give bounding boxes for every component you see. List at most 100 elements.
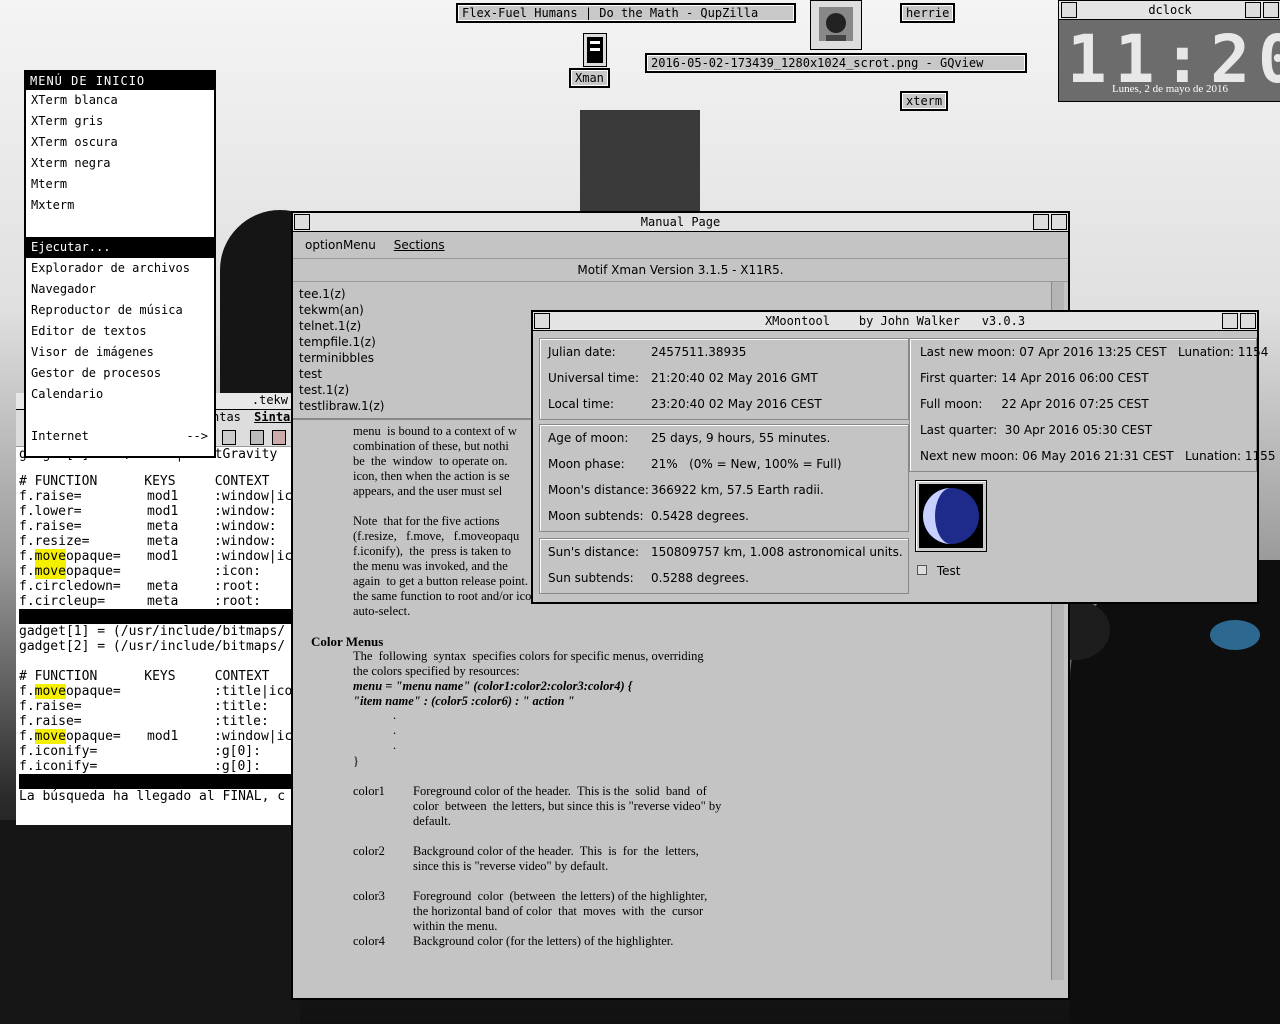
xterm-button[interactable]: xterm bbox=[900, 91, 949, 111]
search-highlight: move bbox=[34, 564, 66, 579]
sun-panel: Sun's distance: 150809757 km, 1.008 astro… bbox=[539, 538, 909, 594]
qupzilla-icon-button[interactable]: Flex-Fuel Humans | Do the Math - QupZill… bbox=[456, 3, 796, 23]
code-keys: mod1 bbox=[147, 489, 179, 504]
code-keys: mod1 bbox=[147, 549, 179, 564]
menu-item-ejecutar[interactable]: Ejecutar... bbox=[26, 237, 214, 258]
menu-item-mxterm[interactable]: Mxterm bbox=[26, 195, 214, 216]
section-heading: Color Menus bbox=[311, 634, 384, 649]
code-context: :window|ic bbox=[214, 549, 292, 564]
maximize-icon[interactable] bbox=[1240, 313, 1256, 329]
color-description: color between the letters, but since thi… bbox=[413, 799, 722, 813]
minimize-icon[interactable] bbox=[1033, 214, 1049, 230]
code-context: :window: bbox=[214, 519, 277, 534]
manual-titlebar[interactable]: Manual Page bbox=[293, 213, 1068, 232]
code-line: f.raise= :title: bbox=[19, 714, 292, 729]
moon-data-label: Moon phase: bbox=[548, 457, 625, 471]
menu-item-xterm-blanca[interactable]: XTerm blanca bbox=[26, 90, 214, 111]
version-label: Motif Xman Version 3.1.5 - X11R5. bbox=[293, 259, 1068, 282]
moon-data-row: Age of moon: 25 days, 9 hours, 55 minutes… bbox=[548, 425, 908, 451]
moon-data-value: 366922 km, 57.5 Earth radii. bbox=[651, 483, 824, 497]
menu-item-editor[interactable]: Editor de textos bbox=[26, 321, 214, 342]
code-context: :g[0]: bbox=[214, 744, 261, 759]
manpage-list-item[interactable]: tee.1(z) bbox=[299, 286, 1062, 302]
menu-sections[interactable]: Sections bbox=[394, 238, 445, 252]
window-menu-icon[interactable] bbox=[294, 214, 310, 230]
menu-item-visor[interactable]: Visor de imágenes bbox=[26, 342, 214, 363]
xman-button[interactable]: Xman bbox=[569, 68, 610, 88]
code-context: :window: bbox=[214, 504, 277, 519]
moon-data-label: Sun subtends: bbox=[548, 571, 634, 585]
moon-data-value: 25 days, 9 hours, 55 minutes. bbox=[651, 431, 831, 445]
test-label: Test bbox=[936, 564, 961, 578]
window-menu-icon[interactable] bbox=[1061, 2, 1077, 18]
code-line: f.raise= :title: bbox=[19, 699, 292, 714]
paste-icon[interactable] bbox=[222, 430, 236, 445]
menu-item-mterm[interactable]: Mterm bbox=[26, 174, 214, 195]
moon-data-value: 21% (0% = New, 100% = Full) bbox=[651, 457, 842, 471]
text-line: the colors specified by resources: bbox=[353, 664, 520, 678]
menu-item-gestor[interactable]: Gestor de procesos bbox=[26, 363, 214, 384]
code-function: f.raise= bbox=[19, 489, 153, 504]
color-description: since this is "reverse video" by default… bbox=[413, 859, 609, 873]
menu-item-xterm-negra[interactable]: Xterm negra bbox=[26, 153, 214, 174]
moon-data-label: Universal time: bbox=[548, 371, 640, 385]
menu-item-explorador[interactable]: Explorador de archivos bbox=[26, 258, 214, 279]
moon-data-row: Moon subtends: 0.5428 degrees. bbox=[548, 503, 908, 529]
menu-option[interactable]: optionMenu bbox=[305, 238, 376, 252]
replace-icon[interactable] bbox=[272, 430, 286, 445]
code-function: f.raise= bbox=[19, 714, 153, 729]
code-function: f.circledown= bbox=[19, 579, 153, 594]
gqview-button[interactable]: 2016-05-02-173439_1280x1024_scrot.png - … bbox=[645, 53, 1027, 73]
herrie-button[interactable]: herrie bbox=[900, 3, 956, 23]
manual-title: Manual Page bbox=[640, 215, 721, 229]
search-highlight: move bbox=[34, 549, 66, 564]
dclock-titlebar[interactable]: dclock bbox=[1059, 1, 1280, 20]
menu-herramientas[interactable]: ntas bbox=[212, 410, 241, 424]
xman-app-icon[interactable] bbox=[583, 33, 607, 67]
code-line: f.moveopaque= :icon: bbox=[19, 564, 292, 579]
checkbox-icon bbox=[917, 565, 927, 575]
code-context: :window|ic bbox=[214, 729, 292, 744]
moon-panel: Age of moon: 25 days, 9 hours, 55 minutes… bbox=[539, 424, 909, 532]
color-description: Background color (for the letters) of th… bbox=[413, 934, 674, 948]
code-line: f.lower= mod1 :window: bbox=[19, 504, 292, 519]
herrie-app-icon[interactable] bbox=[810, 0, 862, 50]
syntax-dot: . bbox=[393, 708, 397, 722]
menu-item-xterm-oscura[interactable]: XTerm oscura bbox=[26, 132, 214, 153]
code-keys: mod1 bbox=[147, 504, 179, 519]
code-line: gadget[2] = (/usr/include/bitmaps/ bbox=[19, 639, 286, 654]
maximize-icon[interactable] bbox=[1051, 214, 1067, 230]
code-keys: meta bbox=[147, 594, 179, 609]
color-description: within the menu. bbox=[413, 919, 498, 933]
window-menu-icon[interactable] bbox=[534, 313, 550, 329]
code-line: f.raise= mod1:window|ic bbox=[19, 489, 292, 504]
code-context: :icon: bbox=[214, 564, 261, 579]
menu-item-xterm-gris[interactable]: XTerm gris bbox=[26, 111, 214, 132]
dclock-window: dclock 11:20 Lunes, 2 de mayo de 2016 bbox=[1058, 0, 1280, 102]
code-function: f.lower= bbox=[19, 504, 153, 519]
code-context: :title: bbox=[214, 714, 269, 729]
code-line: f.moveopaque= mod1:window|ic bbox=[19, 729, 292, 744]
menu-item-internet[interactable]: Internet --> bbox=[26, 426, 214, 447]
find-icon[interactable] bbox=[250, 430, 264, 445]
menu-item-calendario[interactable]: Calendario bbox=[26, 384, 214, 405]
moon-data-label: Moon's distance: bbox=[548, 483, 649, 497]
herrie-icon bbox=[819, 7, 853, 41]
menu-item-reproductor[interactable]: Reproductor de música bbox=[26, 300, 214, 321]
menu-sintaxis[interactable]: Sintax bbox=[254, 410, 292, 424]
code-function: f.moveopaque= bbox=[19, 729, 153, 744]
dclock-title: dclock bbox=[1148, 3, 1192, 17]
menu-item-navegador[interactable]: Navegador bbox=[26, 279, 214, 300]
moontool-titlebar[interactable]: XMoontool by John Walker v3.0.3 bbox=[533, 312, 1257, 331]
editor-content[interactable]: gadget[2] = "\16" ^ | LeftGravity # FUNC… bbox=[16, 447, 292, 804]
moon-phase-row: Last new moon: 07 Apr 2016 13:25 CEST Lu… bbox=[920, 345, 1269, 359]
moon-data-row: Sun's distance: 150809757 km, 1.008 astro… bbox=[548, 539, 908, 565]
test-checkbox[interactable]: Test bbox=[917, 564, 960, 578]
maximize-icon[interactable] bbox=[1263, 2, 1279, 18]
xman-icon bbox=[587, 37, 603, 63]
color-term: color3 bbox=[353, 889, 385, 903]
minimize-icon[interactable] bbox=[1222, 313, 1238, 329]
minimize-icon[interactable] bbox=[1245, 2, 1261, 18]
code-context: :g[0]: bbox=[214, 759, 261, 774]
moon-data-value: 0.5288 degrees. bbox=[651, 571, 749, 585]
